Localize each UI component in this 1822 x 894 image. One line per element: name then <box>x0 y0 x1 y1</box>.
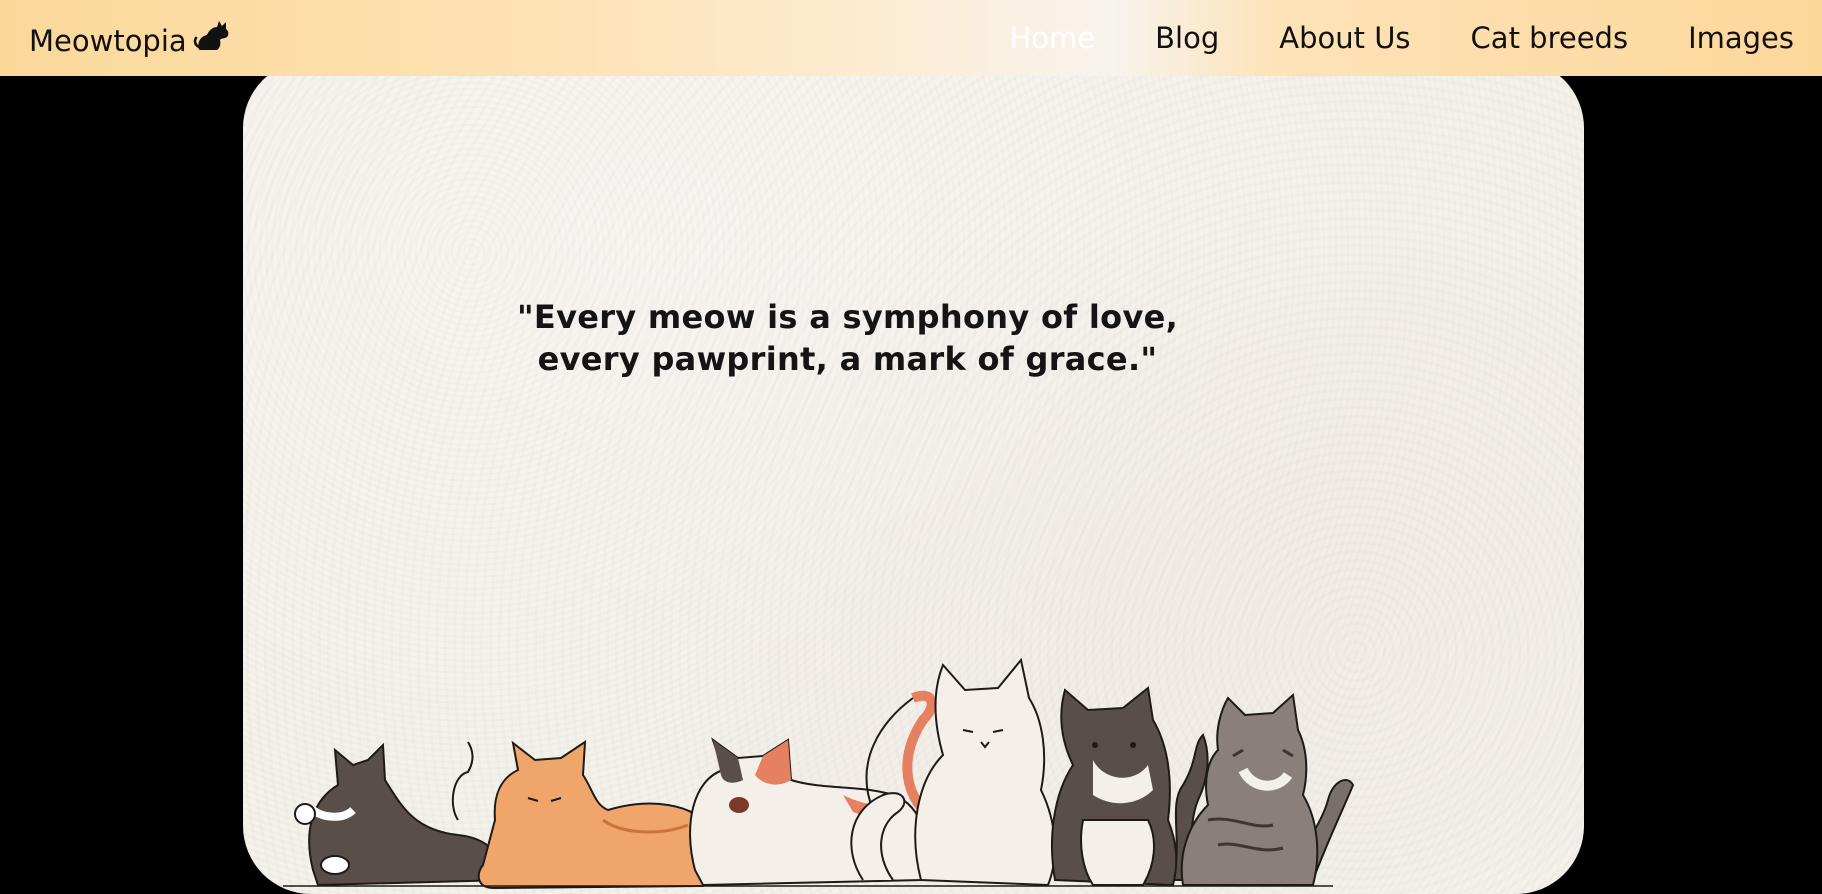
grey-tabby-cat-illustration <box>1180 693 1355 886</box>
orange-lying-cat-illustration <box>451 740 724 890</box>
nav-images-link[interactable]: Images <box>1688 21 1794 55</box>
brand-logo[interactable]: Meowtopia <box>29 18 233 58</box>
nav-blog-link[interactable]: Blog <box>1155 21 1219 55</box>
black-white-kitten-illustration <box>294 742 507 887</box>
hero-quote-line-2: every pawprint, a mark of grace." <box>537 340 1158 378</box>
hero-banner: "Every meow is a symphony of love, every… <box>243 60 1584 894</box>
nav-about-us-link[interactable]: About Us <box>1279 21 1410 55</box>
white-cat-tall-illustration <box>850 657 1056 887</box>
cat-icon <box>193 21 229 50</box>
main-navigation: Home Blog About Us Cat breeds Images <box>950 21 1795 55</box>
nav-home-link[interactable]: Home <box>1010 21 1096 55</box>
cats-illustration <box>283 657 1355 890</box>
nav-cat-breeds-link[interactable]: Cat breeds <box>1471 21 1629 55</box>
top-navbar: Meowtopia Home Blog About Us Cat breeds … <box>0 0 1822 76</box>
brand-name: Meowtopia <box>29 24 187 58</box>
hero-quote-line-1: "Every meow is a symphony of love, <box>516 298 1179 336</box>
hero-quote: "Every meow is a symphony of love, every… <box>243 296 1452 380</box>
